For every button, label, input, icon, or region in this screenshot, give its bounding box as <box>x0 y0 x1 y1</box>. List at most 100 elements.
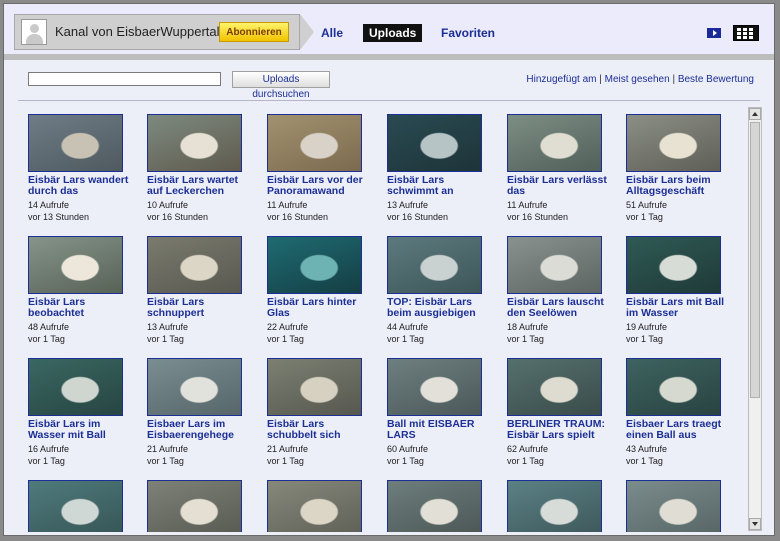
video-title[interactable]: Eisbär Lars verlässt das <box>507 175 612 197</box>
video-card[interactable]: Eisbaer Lars im Eisbaerengehege 21 Aufruf… <box>147 358 252 467</box>
video-age: vor 1 Tag <box>267 456 304 466</box>
video-card[interactable]: Eisbär Lars hinter Glas 22 Aufrufe vor 1 T… <box>267 236 372 345</box>
video-card[interactable]: Eisbär Lars schwimmt an 13 Aufrufe vor 16 … <box>387 114 492 223</box>
video-card[interactable]: Eisbär Lars lauscht den Seelöwen 18 Aufru… <box>507 236 612 345</box>
video-title[interactable]: Eisbär Lars wandert durch das <box>28 175 133 197</box>
video-thumbnail[interactable] <box>626 358 721 416</box>
video-views: 22 Aufrufe <box>267 322 309 332</box>
tab-favorites[interactable]: Favoriten <box>441 26 495 40</box>
video-age: vor 1 Tag <box>387 334 424 344</box>
video-title[interactable]: Eisbär Lars im Wasser mit Ball <box>28 419 133 441</box>
grid-cell <box>749 28 753 31</box>
sort-most-viewed-link[interactable]: Meist gesehen <box>605 74 670 85</box>
video-card[interactable]: Ball mit EISBAER LARS 60 Aufrufe vor 1 Tag <box>387 358 492 467</box>
search-input[interactable] <box>28 72 221 86</box>
video-title[interactable]: Eisbär Lars vor der Panoramawand <box>267 175 372 197</box>
video-thumbnail[interactable] <box>28 114 123 172</box>
video-age: vor 1 Tag <box>28 456 65 466</box>
video-thumbnail[interactable] <box>267 358 362 416</box>
video-thumbnail[interactable] <box>387 480 482 532</box>
video-card[interactable]: Eisbär Lars mit Ball im Wasser 19 Aufrufe… <box>626 236 731 345</box>
video-card[interactable]: Eisbär Lars verlässt das 11 Aufrufe vor 16… <box>507 114 612 223</box>
video-thumbnail[interactable] <box>626 236 721 294</box>
video-thumbnail[interactable] <box>28 480 123 532</box>
scrollbar-thumb[interactable] <box>750 122 760 398</box>
video-age: vor 1 Tag <box>507 456 544 466</box>
video-thumbnail[interactable] <box>147 480 242 532</box>
video-card[interactable] <box>507 480 612 532</box>
grid-cell <box>743 28 747 31</box>
video-title[interactable]: Eisbär Lars schubbelt sich <box>267 419 372 441</box>
tab-uploads[interactable]: Uploads <box>363 24 423 42</box>
video-age: vor 1 Tag <box>626 456 663 466</box>
video-title[interactable]: Eisbaer Lars traegt einen Ball aus <box>626 419 731 441</box>
video-title[interactable]: Eisbär Lars schwimmt an <box>387 175 492 197</box>
video-card[interactable]: Eisbär Lars beim Alltagsgeschäft 51 Aufru… <box>626 114 731 223</box>
video-card[interactable] <box>28 480 133 532</box>
scroll-down-icon[interactable] <box>749 518 761 530</box>
video-title[interactable]: BERLINER TRAUM: Eisbär Lars spielt <box>507 419 612 441</box>
video-card[interactable]: TOP: Eisbär Lars beim ausgiebigen 44 Aufr… <box>387 236 492 345</box>
grid-cell <box>737 28 741 31</box>
video-thumbnail[interactable] <box>267 236 362 294</box>
video-card[interactable] <box>147 480 252 532</box>
video-card[interactable]: Eisbär Lars wartet auf Leckerchen 10 Aufr… <box>147 114 252 223</box>
video-thumbnail[interactable] <box>626 480 721 532</box>
video-card[interactable]: Eisbär Lars schnuppert 13 Aufrufe vor 1 Ta… <box>147 236 252 345</box>
video-views: 48 Aufrufe <box>28 322 70 332</box>
scrollbar[interactable] <box>748 107 762 531</box>
video-thumbnail[interactable] <box>387 114 482 172</box>
video-title[interactable]: TOP: Eisbär Lars beim ausgiebigen <box>387 297 492 319</box>
sort-separator: | <box>669 74 678 85</box>
video-thumbnail[interactable] <box>147 358 242 416</box>
video-card[interactable]: Eisbär Lars im Wasser mit Ball 16 Aufrufe… <box>28 358 133 467</box>
video-card[interactable] <box>267 480 372 532</box>
search-uploads-button[interactable]: Uploads durchsuchen <box>232 71 330 100</box>
video-thumbnail[interactable] <box>28 236 123 294</box>
video-card[interactable]: BERLINER TRAUM: Eisbär Lars spielt 62 Auf… <box>507 358 612 467</box>
scroll-up-icon[interactable] <box>749 108 761 120</box>
video-card[interactable] <box>387 480 492 532</box>
video-title[interactable]: Eisbaer Lars im Eisbaerengehege <box>147 419 252 441</box>
video-title[interactable]: Eisbär Lars beobachtet <box>28 297 133 319</box>
video-thumbnail[interactable] <box>507 480 602 532</box>
video-title[interactable]: Ball mit EISBAER LARS <box>387 419 492 441</box>
grid-view-icon[interactable] <box>733 25 759 41</box>
video-thumbnail[interactable] <box>507 114 602 172</box>
video-title[interactable]: Eisbär Lars wartet auf Leckerchen <box>147 175 252 197</box>
video-thumbnail[interactable] <box>507 358 602 416</box>
video-title[interactable]: Eisbär Lars schnuppert <box>147 297 252 319</box>
grid-cell <box>737 32 741 35</box>
video-card[interactable]: Eisbär Lars schubbelt sich 21 Aufrufe vor … <box>267 358 372 467</box>
video-thumbnail[interactable] <box>267 480 362 532</box>
video-thumbnail[interactable] <box>387 358 482 416</box>
tab-all[interactable]: Alle <box>321 26 343 40</box>
video-title[interactable]: Eisbär Lars mit Ball im Wasser <box>626 297 731 319</box>
video-thumbnail[interactable] <box>626 114 721 172</box>
play-icon <box>713 30 717 36</box>
video-thumbnail[interactable] <box>147 236 242 294</box>
grid-cell <box>743 36 747 39</box>
video-thumbnail[interactable] <box>267 114 362 172</box>
video-age: vor 1 Tag <box>147 456 184 466</box>
video-title[interactable]: Eisbär Lars hinter Glas <box>267 297 372 319</box>
video-card[interactable]: Eisbär Lars vor der Panoramawand 11 Aufru… <box>267 114 372 223</box>
player-view-icon[interactable] <box>707 26 725 40</box>
video-card[interactable]: Eisbaer Lars traegt einen Ball aus 43 Auf… <box>626 358 731 467</box>
sort-best-rated-link[interactable]: Beste Bewertung <box>678 74 754 85</box>
video-card[interactable]: Eisbär Lars wandert durch das 14 Aufrufe v… <box>28 114 133 223</box>
video-card[interactable]: Eisbär Lars beobachtet 48 Aufrufe vor 1 Ta… <box>28 236 133 345</box>
video-views: 43 Aufrufe <box>626 444 668 454</box>
video-thumbnail[interactable] <box>507 236 602 294</box>
video-thumbnail[interactable] <box>28 358 123 416</box>
video-title[interactable]: Eisbär Lars beim Alltagsgeschäft <box>626 175 731 197</box>
divider <box>18 100 760 101</box>
sort-added-link[interactable]: Hinzugefügt am <box>526 74 596 85</box>
channel-name[interactable]: Kanal von EisbaerWuppertal <box>55 24 220 39</box>
video-thumbnail[interactable] <box>147 114 242 172</box>
video-thumbnail[interactable] <box>387 236 482 294</box>
video-title[interactable]: Eisbär Lars lauscht den Seelöwen <box>507 297 612 319</box>
video-card[interactable] <box>626 480 731 532</box>
default-avatar-icon[interactable] <box>21 19 47 45</box>
subscribe-button[interactable]: Abonnieren <box>219 22 289 42</box>
